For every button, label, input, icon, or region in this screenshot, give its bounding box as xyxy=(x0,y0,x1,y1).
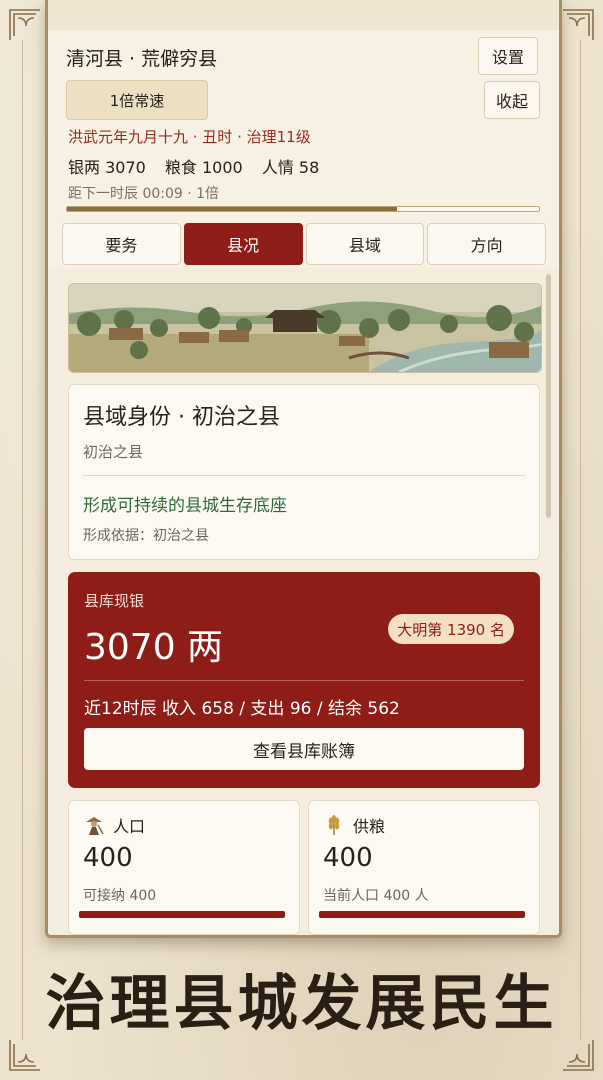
settings-button[interactable]: 设置 xyxy=(478,37,538,75)
scrollbar[interactable] xyxy=(546,274,551,518)
corner-ornament-icon xyxy=(561,1038,595,1072)
date-line: 洪武元年九月十九 · 丑时 · 治理11级 xyxy=(68,128,311,146)
view-ledger-button[interactable]: 查看县库账簿 xyxy=(84,728,524,770)
tab-county-status[interactable]: 县况 xyxy=(183,223,303,265)
status-strip xyxy=(48,0,559,30)
divider xyxy=(84,680,524,681)
grain-header: 供粮 xyxy=(323,813,385,837)
divider xyxy=(83,475,525,476)
tab-direction[interactable]: 方向 xyxy=(427,223,546,265)
population-bar-fill xyxy=(79,911,285,918)
county-landscape-image xyxy=(68,283,542,373)
population-capacity: 可接纳 400 xyxy=(83,888,157,904)
population-label: 人口 xyxy=(113,817,146,836)
grain-value: 400 xyxy=(323,843,373,873)
population-header: 人口 xyxy=(83,813,145,837)
farmer-icon xyxy=(86,817,104,835)
tab-county-area[interactable]: 县域 xyxy=(305,223,425,265)
treasury-card: 县库现银 3070 两 大明第 1390 名 近12时辰 收入 658 / 支出… xyxy=(68,572,540,788)
corner-ornament-icon xyxy=(8,8,42,42)
tab-affairs[interactable]: 要务 xyxy=(62,223,181,265)
grain-population-note: 当前人口 400 人 xyxy=(323,888,429,904)
time-progress-fill xyxy=(67,207,398,211)
frame-line xyxy=(22,40,23,1040)
grain-supply-card[interactable]: 供粮 400 当前人口 400 人 xyxy=(308,800,540,935)
treasury-label: 县库现银 xyxy=(84,592,145,610)
promo-slogan: 治理县城发展民生 xyxy=(45,969,558,1039)
treasury-amount: 3070 两 xyxy=(84,627,224,668)
tab-bar: 要务 县况 县域 方向 xyxy=(62,223,546,265)
grain-bar xyxy=(319,911,525,918)
grain-bar-fill xyxy=(319,911,525,918)
wheat-icon xyxy=(328,815,340,835)
resource-line: 银两 3070 粮食 1000 人情 58 xyxy=(68,154,333,178)
population-value: 400 xyxy=(83,843,133,873)
identity-subtitle: 初治之县 xyxy=(83,443,144,461)
time-progress-bar xyxy=(66,206,540,212)
collapse-button[interactable]: 收起 xyxy=(484,81,540,119)
timer-line: 距下一时辰 00:09 · 1倍 xyxy=(68,186,220,202)
population-bar xyxy=(79,911,285,918)
corner-ornament-icon xyxy=(8,1038,42,1072)
grain-value: 粮食 1000 xyxy=(164,158,243,177)
treasury-summary: 近12时辰 收入 658 / 支出 96 / 结余 562 xyxy=(84,699,400,719)
county-title: 清河县 · 荒僻穷县 xyxy=(66,48,218,70)
identity-goal: 形成可持续的县城生存底座 xyxy=(83,496,287,516)
sentiment-value: 人情 58 xyxy=(261,158,320,177)
grain-label: 供粮 xyxy=(353,817,386,836)
frame-line xyxy=(580,40,581,1040)
speed-button[interactable]: 1倍常速 xyxy=(66,80,208,120)
rank-badge: 大明第 1390 名 xyxy=(388,614,514,644)
corner-ornament-icon xyxy=(561,8,595,42)
county-identity-card: 县域身份 · 初治之县 初治之县 形成可持续的县城生存底座 形成依据：初治之县 xyxy=(68,384,540,560)
identity-title: 县域身份 · 初治之县 xyxy=(83,405,280,430)
identity-basis: 形成依据：初治之县 xyxy=(83,528,209,544)
silver-value: 银两 3070 xyxy=(68,158,146,177)
game-screen: 清河县 · 荒僻穷县 设置 收起 1倍常速 洪武元年九月十九 · 丑时 · 治理… xyxy=(45,0,562,938)
population-card[interactable]: 人口 400 可接纳 400 xyxy=(68,800,300,935)
